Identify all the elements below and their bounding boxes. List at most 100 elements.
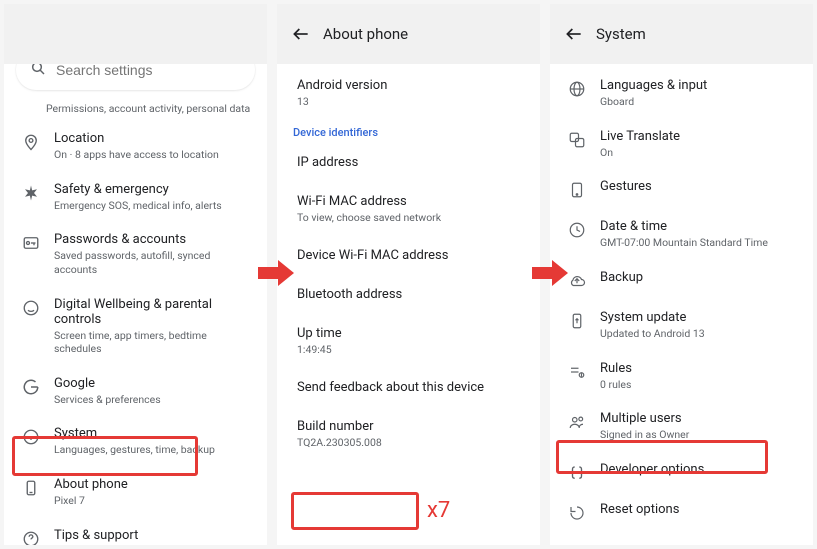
update-icon (566, 310, 588, 330)
globe-icon (566, 78, 588, 98)
item-title: Gestures (600, 179, 797, 194)
device-identifiers-label: Device identifiers (277, 118, 540, 143)
item-title: Passwords & accounts (54, 232, 251, 247)
arrow-step-1 (256, 258, 296, 288)
item-title: Date & time (600, 219, 797, 234)
system-item-gestures[interactable]: Gestures (550, 169, 813, 209)
system-item-rules[interactable]: Rules 0 rules (550, 351, 813, 402)
item-title: Google (54, 376, 251, 391)
item-title: Languages & input (600, 78, 797, 93)
item-subtitle: On (600, 146, 797, 160)
item-title: Bluetooth address (297, 287, 520, 302)
about-item-bluetooth-address[interactable]: Bluetooth address (277, 275, 540, 314)
settings-item-about-phone[interactable]: About phone Pixel 7 (4, 467, 267, 518)
item-title: Location (54, 131, 251, 146)
system-item-date-time[interactable]: Date & time GMT-07:00 Mountain Standard T… (550, 209, 813, 260)
search-input[interactable] (56, 64, 241, 78)
info-icon (20, 426, 42, 446)
item-subtitle: Languages, gestures, time, backup (54, 443, 251, 457)
item-title: Wi-Fi MAC address (297, 194, 520, 209)
gesture-icon (566, 179, 588, 199)
settings-item-passwords-accounts[interactable]: Passwords & accountsSaved passwords, aut… (4, 222, 267, 286)
item-subtitle: Services & preferences (54, 393, 251, 407)
about-item-build-number[interactable]: Build number TQ2A.230305.008 (277, 407, 540, 461)
panel3-header: System (550, 4, 813, 64)
search-bar[interactable] (16, 64, 255, 90)
item-title: Send feedback about this device (297, 380, 520, 395)
system-item-developer-options[interactable]: Developer options (550, 452, 813, 492)
asterisk-icon (20, 182, 42, 202)
item-title: Developer options (600, 462, 797, 477)
item-subtitle: To view, choose saved network (297, 211, 520, 224)
item-subtitle: Screen time, app timers, bedtime schedul… (54, 329, 251, 356)
location-icon (20, 131, 42, 151)
help-icon (20, 528, 42, 545)
back-icon[interactable] (564, 24, 584, 44)
users-icon (566, 411, 588, 431)
system-item-reset-options[interactable]: Reset options (550, 492, 813, 532)
wellbeing-icon (20, 297, 42, 317)
item-subtitle: GMT-07:00 Mountain Standard Time (600, 236, 797, 250)
item-title: Up time (297, 326, 520, 341)
item-title: Reset options (600, 502, 797, 517)
item-subtitle: Signed in as Owner (600, 428, 797, 442)
translate-icon (566, 129, 588, 149)
about-item-ip-address[interactable]: IP address (277, 143, 540, 182)
search-icon (30, 64, 46, 80)
item-subtitle: 1:49:45 (297, 343, 520, 356)
item-subtitle: Emergency SOS, medical info, alerts (54, 199, 251, 213)
settings-panel: Permissions, account activity, personal … (4, 4, 267, 545)
rules-icon (566, 361, 588, 381)
panel2-header: About phone (277, 4, 540, 64)
item-title: Rules (600, 361, 797, 376)
item-title: Multiple users (600, 411, 797, 426)
item-title: Safety & emergency (54, 182, 251, 197)
clock-icon (566, 219, 588, 239)
item-subtitle: On · 8 apps have access to location (54, 148, 251, 162)
item-title: Build number (297, 419, 520, 434)
item-title: IP address (297, 155, 520, 170)
tap-seven-times-label: x7 (427, 498, 450, 523)
key-icon (20, 232, 42, 252)
braces-icon (566, 462, 588, 482)
panel3-title: System (596, 25, 646, 43)
about-item-send-feedback-about-this-device[interactable]: Send feedback about this device (277, 368, 540, 407)
item-subtitle: Updated to Android 13 (600, 327, 797, 341)
system-item-system-update[interactable]: System update Updated to Android 13 (550, 300, 813, 351)
system-item-multiple-users[interactable]: Multiple users Signed in as Owner (550, 401, 813, 452)
item-title: System (54, 426, 251, 441)
system-item-live-translate[interactable]: Live Translate On (550, 119, 813, 170)
item-title: About phone (54, 477, 251, 492)
item-title: Android version (297, 78, 520, 93)
item-title: Live Translate (600, 129, 797, 144)
item-title: Backup (600, 270, 797, 285)
item-subtitle: 13 (297, 95, 520, 108)
system-panel: System Languages & input Gboard Live Trans… (550, 4, 813, 545)
google-icon (20, 376, 42, 396)
previous-item-subtitle: Permissions, account activity, personal … (4, 100, 267, 121)
settings-item-location[interactable]: Location On · 8 apps have access to locat… (4, 121, 267, 172)
panel2-title: About phone (323, 25, 408, 43)
system-item-languages-input[interactable]: Languages & input Gboard (550, 68, 813, 119)
item-subtitle: Pixel 7 (54, 494, 251, 508)
settings-item-digital-wellbeing-parental-controls[interactable]: Digital Wellbeing & parental controlsScr… (4, 287, 267, 366)
settings-item-system[interactable]: System Languages, gestures, time, backup (4, 416, 267, 467)
about-phone-panel: About phone Android version 13 Device ide… (277, 4, 540, 545)
item-title: Device Wi-Fi MAC address (297, 248, 520, 263)
settings-item-tips-support[interactable]: Tips & supportHelp articles, phone & cha… (4, 518, 267, 545)
settings-item-google[interactable]: Google Services & preferences (4, 366, 267, 417)
back-icon[interactable] (291, 24, 311, 44)
about-item-device-wi-fi-mac-address[interactable]: Device Wi-Fi MAC address (277, 236, 540, 275)
about-item-android-version[interactable]: Android version 13 (277, 68, 540, 118)
about-item-wi-fi-mac-address[interactable]: Wi-Fi MAC address To view, choose saved n… (277, 182, 540, 236)
item-title: System update (600, 310, 797, 325)
item-subtitle: TQ2A.230305.008 (297, 436, 520, 449)
system-item-backup[interactable]: Backup (550, 260, 813, 300)
settings-item-safety-emergency[interactable]: Safety & emergency Emergency SOS, medical… (4, 172, 267, 223)
phone-info-icon (20, 477, 42, 497)
about-item-up-time[interactable]: Up time 1:49:45 (277, 314, 540, 368)
item-subtitle: Gboard (600, 95, 797, 109)
item-subtitle: 0 rules (600, 378, 797, 392)
reset-icon (566, 502, 588, 522)
panel1-header (4, 4, 267, 64)
